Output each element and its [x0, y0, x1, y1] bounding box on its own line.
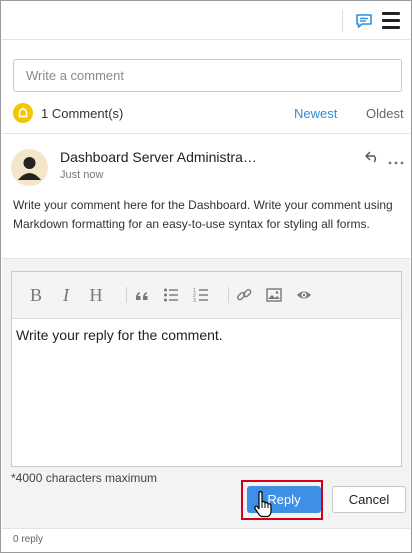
- reply-count: 0 reply: [13, 534, 44, 545]
- character-limit-note: *4000 characters maximum: [11, 471, 158, 485]
- preview-eye-icon[interactable]: [294, 285, 314, 305]
- bell-icon: [13, 103, 33, 123]
- bulleted-list-icon[interactable]: [161, 285, 181, 305]
- comments-panel: 1 Comment(s) Newest Oldest Dashboard Ser…: [0, 0, 412, 553]
- comment-icon[interactable]: [355, 12, 373, 30]
- sort-oldest-link[interactable]: Oldest: [366, 106, 404, 121]
- avatar: [11, 149, 48, 186]
- italic-button[interactable]: I: [56, 285, 76, 305]
- numbered-list-icon[interactable]: 1 2 3: [191, 285, 211, 305]
- toolbar-divider: [342, 10, 343, 32]
- reply-editor: B I H 1 2 3 Write your reply for the com…: [11, 271, 402, 467]
- write-comment-input[interactable]: [13, 59, 402, 92]
- hand-cursor-icon: [253, 490, 273, 520]
- reply-textarea[interactable]: Write your reply for the comment.: [16, 327, 223, 343]
- bottom-bar: 0 reply: [2, 528, 410, 552]
- hamburger-menu-icon[interactable]: [382, 12, 400, 29]
- cancel-button[interactable]: Cancel: [332, 486, 406, 513]
- quote-icon[interactable]: [132, 285, 152, 305]
- link-icon[interactable]: [234, 285, 254, 305]
- reply-icon[interactable]: [365, 151, 379, 163]
- image-icon[interactable]: [264, 285, 284, 305]
- sort-newest-link[interactable]: Newest: [294, 106, 337, 121]
- comment-timestamp: Just now: [60, 169, 104, 181]
- top-bar: [2, 2, 410, 40]
- comment-body: Write your comment here for the Dashboar…: [13, 198, 393, 231]
- more-options-icon[interactable]: [388, 154, 404, 165]
- toolbar-separator: [126, 287, 127, 303]
- heading-button[interactable]: H: [86, 285, 106, 305]
- comment-author[interactable]: Dashboard Server Administra…: [60, 149, 257, 165]
- toolbar-separator: [228, 287, 229, 303]
- svg-text:3: 3: [193, 298, 196, 304]
- comment-count: 1 Comment(s): [41, 106, 124, 121]
- editor-toolbar: B I H 1 2 3: [12, 272, 401, 319]
- bold-button[interactable]: B: [26, 285, 46, 305]
- divider: [2, 133, 410, 134]
